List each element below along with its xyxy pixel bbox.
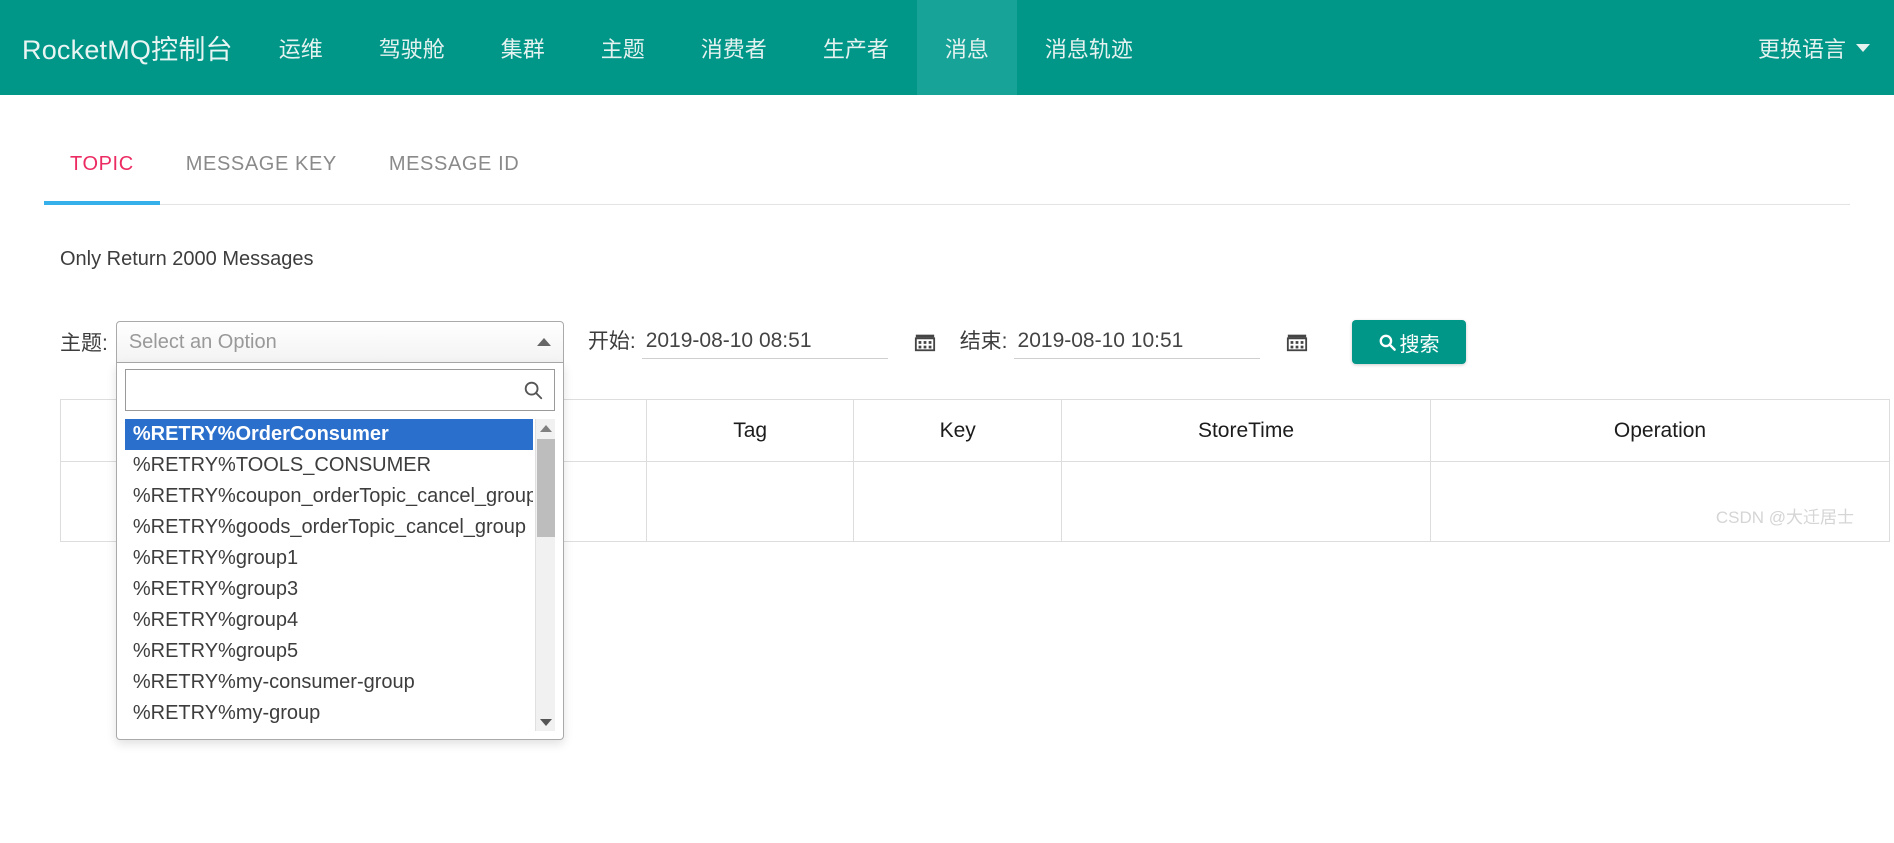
topic-select-toggle[interactable]: Select an Option [116, 321, 564, 363]
result-limit-note: Only Return 2000 Messages [44, 248, 1850, 271]
tab-message-key[interactable]: MESSAGE KEY [160, 143, 363, 204]
end-date-input[interactable] [1014, 329, 1260, 359]
search-button[interactable]: 搜索 [1352, 320, 1466, 364]
nav-item-producer[interactable]: 生产者 [795, 0, 917, 95]
nav-item-message-trace[interactable]: 消息轨迹 [1017, 0, 1161, 95]
search-icon [522, 379, 544, 401]
topic-search-input[interactable] [136, 379, 522, 402]
table-header-operation[interactable]: Operation [1431, 400, 1890, 462]
calendar-icon[interactable] [914, 330, 936, 354]
end-date-group: 结束: [960, 325, 1308, 359]
begin-date-group: 开始: [588, 325, 936, 359]
nav-item-message[interactable]: 消息 [917, 0, 1017, 95]
topic-field-label: 主题: [60, 327, 108, 357]
nav-item-dashboard[interactable]: 驾驶舱 [351, 0, 473, 95]
table-header-tag[interactable]: Tag [646, 400, 854, 462]
list-item[interactable]: %RETRY%my-consumer-group [125, 667, 533, 698]
topic-option-scroll-area: %RETRY%OrderConsumer %RETRY%TOOLS_CONSUM… [125, 419, 533, 731]
caret-up-icon [537, 338, 551, 346]
scrollbar-thumb[interactable] [537, 439, 555, 537]
triangle-up-icon [540, 425, 552, 432]
tab-message-id[interactable]: MESSAGE ID [363, 143, 545, 204]
language-switcher-label: 更换语言 [1758, 32, 1846, 64]
nav-item-topic[interactable]: 主题 [573, 0, 673, 95]
list-item[interactable]: %RETRY%coupon_orderTopic_cancel_group [125, 481, 533, 512]
nav-item-ops[interactable]: 运维 [251, 0, 351, 95]
table-cell [1431, 462, 1890, 542]
list-item[interactable]: %RETRY%OrderConsumer [125, 419, 533, 450]
table-cell [854, 462, 1062, 542]
begin-date-label: 开始: [588, 325, 636, 359]
table-cell [646, 462, 854, 542]
list-item[interactable]: %RETRY%group3 [125, 574, 533, 605]
list-item[interactable]: %RETRY%goods_orderTopic_cancel_group [125, 512, 533, 543]
nav-items: 运维 驾驶舱 集群 主题 消费者 生产者 消息 消息轨迹 [251, 0, 1161, 95]
topic-dropdown-search[interactable] [125, 369, 555, 411]
search-mode-tabs: TOPIC MESSAGE KEY MESSAGE ID [44, 143, 1850, 205]
list-item[interactable]: %RETRY%TOOLS_CONSUMER [125, 450, 533, 481]
table-header-storetime[interactable]: StoreTime [1061, 400, 1430, 462]
list-item[interactable]: %RETRY%group1 [125, 543, 533, 574]
end-date-label: 结束: [960, 325, 1008, 359]
list-item[interactable]: %RETRY%group4 [125, 605, 533, 636]
scroll-up-arrow-icon[interactable] [536, 419, 556, 437]
watermark: CSDN @大迁居士 [1716, 503, 1854, 528]
nav-item-consumer[interactable]: 消费者 [673, 0, 795, 95]
calendar-icon[interactable] [1286, 330, 1308, 354]
triangle-down-icon [540, 719, 552, 726]
search-button-label: 搜索 [1400, 328, 1440, 357]
table-cell [1061, 462, 1430, 542]
topic-dropdown-panel: %RETRY%OrderConsumer %RETRY%TOOLS_CONSUM… [116, 363, 564, 740]
top-navbar: RocketMQ控制台 运维 驾驶舱 集群 主题 消费者 生产者 消息 消息轨迹… [0, 0, 1894, 95]
chevron-down-icon [1856, 44, 1870, 52]
topic-option-list: %RETRY%OrderConsumer %RETRY%TOOLS_CONSUM… [125, 419, 555, 731]
search-icon [1378, 333, 1397, 352]
list-item[interactable]: %RETRY%my-group [125, 698, 533, 729]
tab-topic[interactable]: TOPIC [44, 143, 160, 204]
page-content: TOPIC MESSAGE KEY MESSAGE ID Only Return… [0, 143, 1894, 542]
app-brand[interactable]: RocketMQ控制台 [0, 0, 251, 95]
topic-select: Select an Option %RETRY%OrderConsumer %R… [116, 321, 564, 363]
begin-date-input[interactable] [642, 329, 888, 359]
topic-dropdown-scrollbar[interactable] [535, 419, 555, 731]
list-item[interactable]: %RETRY%group5 [125, 636, 533, 667]
nav-item-cluster[interactable]: 集群 [473, 0, 573, 95]
scroll-down-arrow-icon[interactable] [536, 713, 556, 731]
language-switcher[interactable]: 更换语言 [1758, 0, 1870, 95]
filter-toolbar: 主题: Select an Option %RETRY%OrderConsume… [44, 319, 1850, 365]
topic-select-placeholder: Select an Option [129, 331, 537, 354]
table-header-key[interactable]: Key [854, 400, 1062, 462]
